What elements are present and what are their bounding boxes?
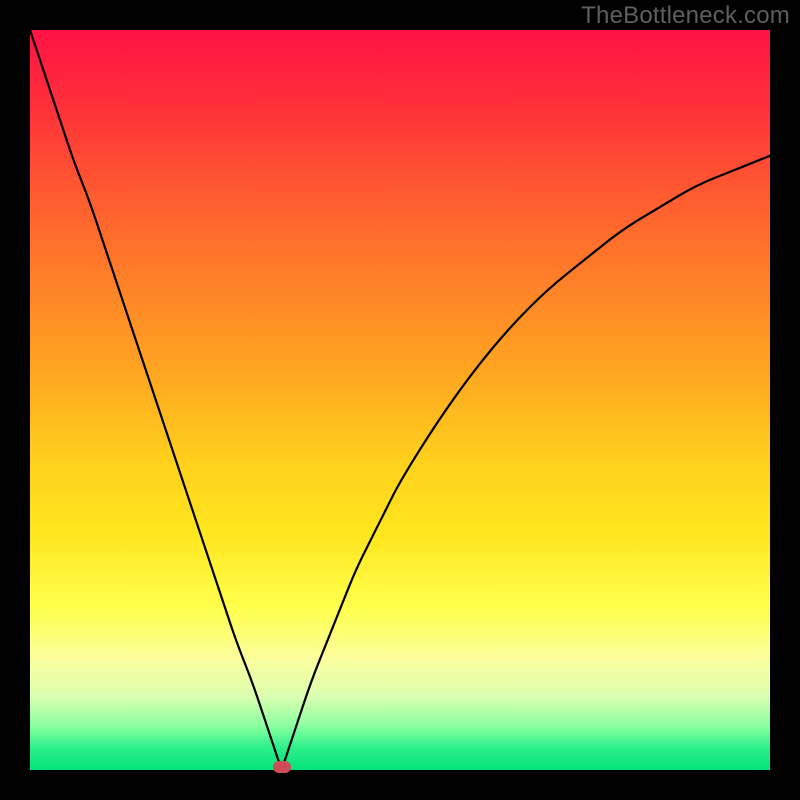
chart-frame: TheBottleneck.com [0,0,800,800]
plot-area [30,30,770,770]
bottleneck-curve [30,30,770,770]
watermark-text: TheBottleneck.com [581,2,790,30]
minimum-marker [273,761,291,773]
